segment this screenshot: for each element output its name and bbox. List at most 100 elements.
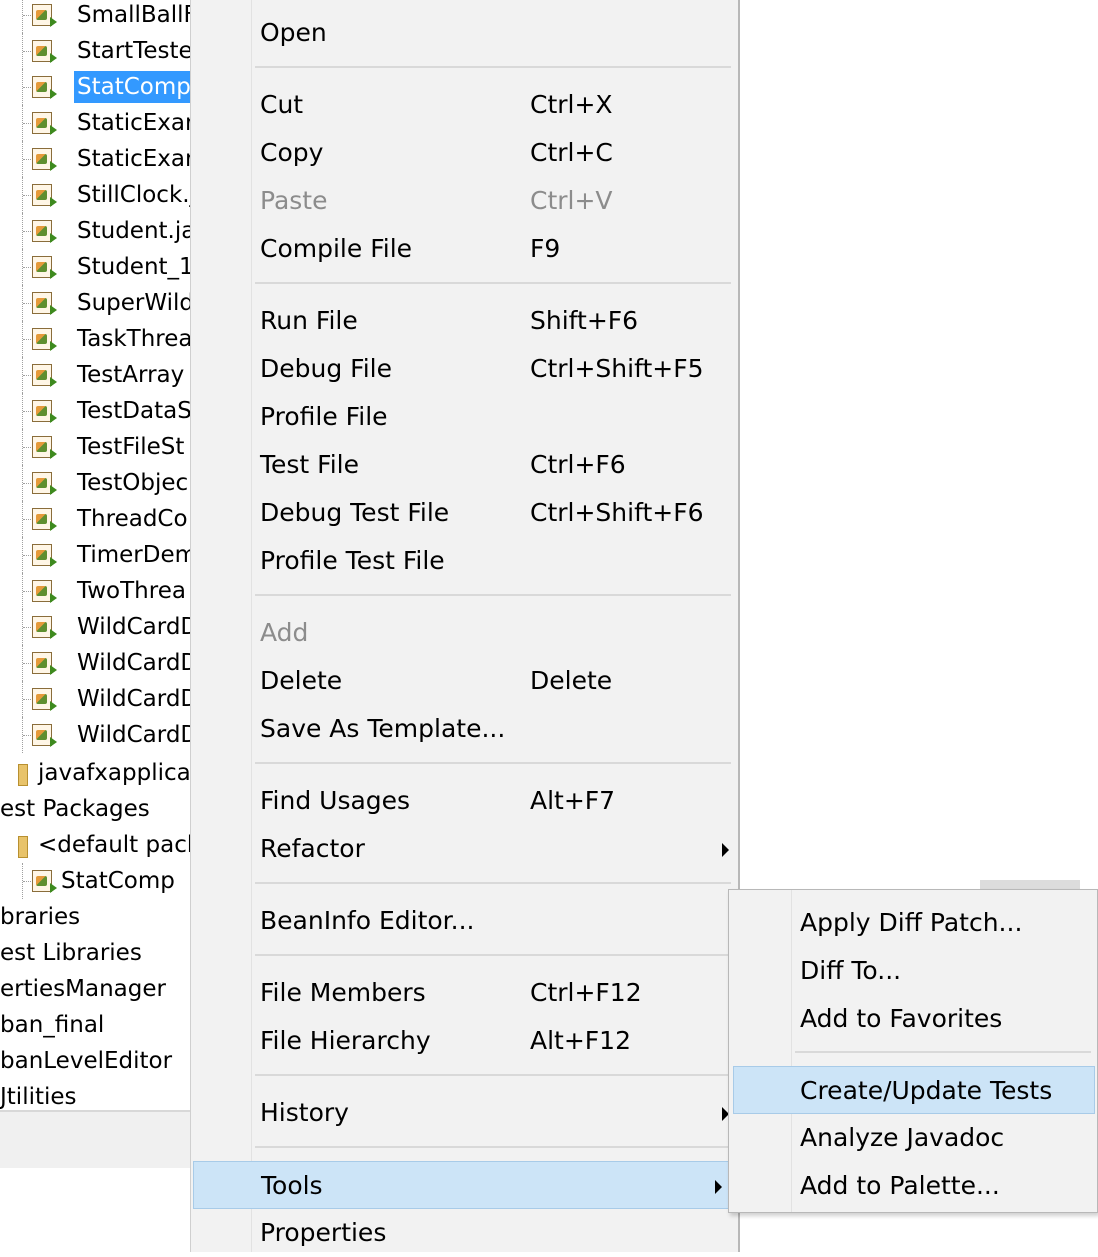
menu-item-label: Profile Test File	[260, 546, 445, 575]
menu-item-label: Add to Palette...	[800, 1171, 1000, 1200]
menu-item-label: File Hierarchy	[260, 1026, 431, 1055]
menu-item-label: Run File	[260, 306, 358, 335]
menu-item-find-usages[interactable]: Find Usages Alt+F7	[191, 777, 741, 825]
menu-item-shortcut: Ctrl+F6	[530, 450, 626, 479]
menu-item-copy[interactable]: Copy Ctrl+C	[191, 129, 741, 177]
menu-separator	[795, 1051, 1091, 1053]
tree-row-label: TestArray	[77, 362, 185, 388]
java-file-icon	[32, 184, 57, 207]
menu-item-history[interactable]: History	[191, 1089, 741, 1137]
menu-item-shortcut: Ctrl+X	[530, 90, 613, 119]
java-file-icon	[32, 472, 57, 495]
submenu-item-diff-to[interactable]: Diff To...	[729, 947, 1097, 995]
java-file-icon	[32, 400, 57, 423]
menu-item-label: Test File	[260, 450, 360, 479]
menu-item-file-hierarchy[interactable]: File Hierarchy Alt+F12	[191, 1017, 741, 1065]
tree-row-label: SmallBallF	[77, 2, 190, 28]
menu-item-debug-file[interactable]: Debug File Ctrl+Shift+F5	[191, 345, 741, 393]
menu-item-shortcut: Ctrl+F12	[530, 978, 642, 1007]
menu-item-label: Create/Update Tests	[800, 1076, 1053, 1105]
menu-item-shortcut: Ctrl+V	[530, 186, 613, 215]
menu-item-tools[interactable]: Tools	[193, 1161, 735, 1209]
tree-row-label: <default pack	[38, 832, 190, 858]
menu-item-test-file[interactable]: Test File Ctrl+F6	[191, 441, 741, 489]
java-file-icon	[32, 112, 57, 135]
java-file-icon	[32, 292, 57, 315]
menu-item-shortcut: Delete	[530, 666, 613, 695]
java-file-icon	[32, 724, 57, 747]
menu-item-properties[interactable]: Properties	[191, 1209, 741, 1257]
tree-row-label: javafxapplicat	[38, 760, 190, 786]
tree-row-label: est Packages	[0, 796, 150, 822]
menu-separator	[255, 594, 731, 596]
menu-item-label: Open	[260, 18, 327, 47]
tree-row-label: est Libraries	[0, 940, 142, 966]
tree-row-label: Jtilities	[0, 1084, 77, 1110]
submenu-arrow-icon	[715, 1180, 722, 1194]
java-file-icon	[32, 4, 57, 27]
java-file-icon	[32, 364, 57, 387]
menu-item-label: Compile File	[260, 234, 413, 263]
menu-separator	[255, 282, 731, 284]
menu-separator	[255, 954, 731, 956]
menu-item-shortcut: F9	[530, 234, 561, 263]
menu-item-label: Delete	[260, 666, 343, 695]
menu-item-label: Profile File	[260, 402, 388, 431]
tree-row-label: TestObjec	[77, 470, 189, 496]
tree-row-label: StatComp	[61, 868, 175, 894]
menu-item-paste: Paste Ctrl+V	[191, 177, 741, 225]
java-file-icon	[32, 256, 57, 279]
menu-item-label: Save As Template...	[260, 714, 506, 743]
project-tree: SmallBallF StartTeste StatComp StaticExar St…	[0, 0, 190, 1252]
menu-item-delete[interactable]: Delete Delete	[191, 657, 741, 705]
submenu-item-create-update-tests[interactable]: Create/Update Tests	[733, 1066, 1095, 1114]
java-file-icon	[32, 220, 57, 243]
tree-row-label: SuperWild	[77, 290, 190, 316]
java-file-icon	[32, 652, 57, 675]
menu-item-profile-test-file[interactable]: Profile Test File	[191, 537, 741, 585]
tree-row-label: banLevelEditor	[0, 1048, 173, 1074]
menu-separator	[255, 762, 731, 764]
menu-item-save-as-template[interactable]: Save As Template...	[191, 705, 741, 753]
tree-row-label: WildCardD	[77, 614, 190, 640]
menu-item-label: History	[260, 1098, 349, 1127]
menu-item-label: Debug Test File	[260, 498, 450, 527]
menu-item-run-file[interactable]: Run File Shift+F6	[191, 297, 741, 345]
package-icon	[18, 764, 28, 786]
menu-separator	[255, 1074, 731, 1076]
java-file-icon	[32, 148, 57, 171]
menu-item-label: BeanInfo Editor...	[260, 906, 475, 935]
tree-row-label: TestFileSt	[77, 434, 185, 460]
java-file-icon	[32, 580, 57, 603]
package-icon	[18, 836, 28, 858]
menu-item-open[interactable]: Open	[191, 9, 741, 57]
java-file-icon	[32, 76, 57, 99]
menu-item-cut[interactable]: Cut Ctrl+X	[191, 81, 741, 129]
menu-item-label: Tools	[261, 1171, 323, 1200]
menu-item-file-members[interactable]: File Members Ctrl+F12	[191, 969, 741, 1017]
tree-row-label: StillClock.j	[77, 182, 190, 208]
java-file-icon	[32, 544, 57, 567]
menu-item-label: Analyze Javadoc	[800, 1123, 1005, 1152]
menu-separator	[255, 66, 731, 68]
menu-item-label: Cut	[260, 90, 304, 119]
submenu-item-apply-diff-patch[interactable]: Apply Diff Patch...	[729, 899, 1097, 947]
tree-row-label: StatComp	[74, 71, 190, 103]
menu-item-shortcut: Alt+F12	[530, 1026, 631, 1055]
menu-item-compile-file[interactable]: Compile File F9	[191, 225, 741, 273]
submenu-item-add-to-palette[interactable]: Add to Palette...	[729, 1162, 1097, 1210]
menu-item-profile-file[interactable]: Profile File	[191, 393, 741, 441]
submenu-item-analyze-javadoc[interactable]: Analyze Javadoc	[729, 1114, 1097, 1162]
menu-item-label: Debug File	[260, 354, 392, 383]
menu-item-refactor[interactable]: Refactor	[191, 825, 741, 873]
tree-row-label: TimerDem	[77, 542, 190, 568]
tree-row-label: WildCardD	[77, 686, 190, 712]
tree-row-label: Student_1	[77, 254, 190, 280]
tools-submenu: Apply Diff Patch... Diff To... Add to Fa…	[728, 889, 1098, 1213]
menu-item-beaninfo-editor[interactable]: BeanInfo Editor...	[191, 897, 741, 945]
context-menu: Open Cut Ctrl+X Copy Ctrl+C Paste Ctrl+V…	[190, 0, 740, 1252]
menu-item-debug-test-file[interactable]: Debug Test File Ctrl+Shift+F6	[191, 489, 741, 537]
menu-item-shortcut: Alt+F7	[530, 786, 616, 815]
submenu-item-add-to-favorites[interactable]: Add to Favorites	[729, 995, 1097, 1043]
menu-item-label: Refactor	[260, 834, 365, 863]
